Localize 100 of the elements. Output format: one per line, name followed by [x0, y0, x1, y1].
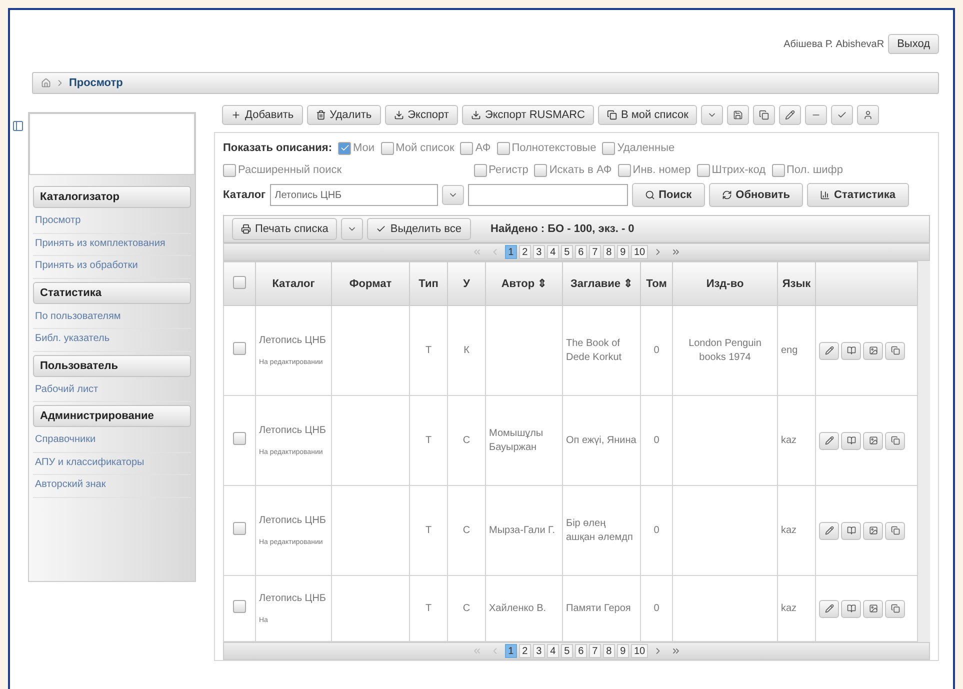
column-header[interactable]: Формат — [332, 262, 410, 306]
home-icon[interactable] — [41, 78, 51, 88]
sidebar-item[interactable]: По пользователям — [33, 306, 191, 329]
toolbar-button[interactable]: Экспорт — [384, 105, 458, 125]
copy-button[interactable] — [753, 105, 776, 125]
checkbox[interactable]: АФ — [460, 142, 491, 154]
sidebar-section-header[interactable]: Пользователь — [33, 354, 191, 376]
column-header[interactable]: У — [448, 262, 486, 306]
copy-button[interactable] — [885, 522, 905, 540]
checkbox[interactable]: Полнотекстовые — [496, 142, 596, 154]
sidebar-section-header[interactable]: Каталогизатор — [33, 186, 191, 208]
column-header[interactable]: Том — [640, 262, 672, 306]
checkbox[interactable]: Удаленные — [602, 142, 675, 154]
copy-button[interactable] — [885, 432, 905, 450]
sidebar-item[interactable]: Принять из обработки — [33, 256, 191, 278]
column-header[interactable]: Изд-во — [672, 262, 778, 306]
page-button[interactable]: 9 — [616, 644, 629, 658]
select-all-button[interactable]: Выделить все — [367, 218, 471, 240]
print-list-button[interactable]: Печать списка — [232, 218, 338, 240]
column-header[interactable]: Автор ⇕ — [486, 262, 562, 306]
logout-button[interactable]: Выход — [888, 34, 939, 54]
page-button[interactable]: 1 — [504, 245, 517, 259]
row-checkbox[interactable] — [233, 522, 246, 535]
sidebar-section-header[interactable]: Статистика — [33, 282, 191, 304]
toolbar-button[interactable]: В мой список — [598, 105, 698, 125]
edit-button[interactable] — [819, 342, 839, 360]
sidebar-section-header[interactable]: Администрирование — [33, 405, 191, 427]
check-icon — [837, 110, 848, 120]
user-button[interactable] — [857, 105, 880, 125]
checkbox[interactable]: Расширенный поиск — [223, 164, 342, 176]
catalog-select[interactable]: Летопись ЦНБ — [270, 184, 438, 206]
page-button[interactable]: 1 — [504, 644, 517, 658]
checkbox[interactable]: Регистр — [474, 164, 528, 176]
page-button[interactable]: 6 — [574, 644, 587, 658]
book-button[interactable] — [841, 432, 861, 450]
checkbox[interactable]: Пол. шифр — [772, 164, 843, 176]
page-button[interactable]: 3 — [532, 644, 545, 658]
row-checkbox[interactable] — [233, 600, 246, 613]
check-button[interactable] — [831, 105, 854, 125]
page-button[interactable]: 4 — [546, 245, 559, 259]
sidebar-item[interactable]: Библ. указатель — [33, 329, 191, 352]
page-button[interactable]: 10 — [630, 644, 648, 658]
check-icon — [340, 143, 350, 153]
pencil-button[interactable] — [779, 105, 802, 125]
sidebar-item[interactable]: Авторский знак — [33, 475, 191, 498]
checkbox[interactable]: Штрих-код — [696, 164, 766, 176]
image-button[interactable] — [863, 432, 883, 450]
checkbox[interactable]: Мои — [338, 142, 375, 154]
page-button[interactable]: 3 — [532, 245, 545, 259]
image-button[interactable] — [863, 600, 883, 618]
toolbar-button[interactable]: Экспорт RUSMARC — [462, 105, 594, 125]
search-bar-button[interactable]: Обновить — [708, 183, 804, 207]
page-button[interactable]: 2 — [518, 245, 531, 259]
search-field[interactable] — [468, 184, 628, 206]
book-button[interactable] — [841, 522, 861, 540]
panel-toggle-icon[interactable] — [12, 120, 24, 132]
edit-button[interactable] — [819, 600, 839, 618]
page-button[interactable]: 8 — [602, 644, 615, 658]
found-count: Найдено : БО - 100, экз. - 0 — [490, 223, 634, 235]
checkbox[interactable]: Мой список — [380, 142, 454, 154]
edit-button[interactable] — [819, 432, 839, 450]
image-button[interactable] — [863, 522, 883, 540]
page-button[interactable]: 4 — [546, 644, 559, 658]
header-checkbox[interactable] — [233, 276, 246, 288]
column-header[interactable]: Заглавие ⇕ — [562, 262, 640, 306]
sidebar-item[interactable]: Справочники — [33, 430, 191, 452]
row-checkbox[interactable] — [233, 342, 246, 355]
page-button[interactable]: 5 — [560, 644, 573, 658]
page-button[interactable]: 7 — [588, 644, 601, 658]
copy-button[interactable] — [885, 600, 905, 618]
search-bar-button[interactable]: Поиск — [632, 183, 705, 207]
search-bar-button[interactable]: Статистика — [807, 183, 909, 207]
row-checkbox[interactable] — [233, 432, 246, 445]
checkbox[interactable]: Искать в АФ — [534, 164, 612, 176]
table-cell: 0 — [654, 602, 660, 614]
page-button[interactable]: 7 — [588, 245, 601, 259]
toolbar-button[interactable]: Добавить — [222, 105, 303, 125]
book-button[interactable] — [841, 342, 861, 360]
checkbox[interactable]: Инв. номер — [618, 164, 691, 176]
column-header[interactable]: Тип — [410, 262, 448, 306]
toolbar-button[interactable]: Удалить — [306, 105, 381, 125]
page-button[interactable]: 8 — [602, 245, 615, 259]
book-button[interactable] — [841, 600, 861, 618]
save-button[interactable] — [727, 105, 750, 125]
breadcrumb-current[interactable]: Просмотр — [69, 77, 123, 89]
sidebar-item[interactable]: АПУ и классификаторы — [33, 452, 191, 475]
edit-button[interactable] — [819, 522, 839, 540]
page-button[interactable]: 2 — [518, 644, 531, 658]
copy-button[interactable] — [885, 342, 905, 360]
column-header[interactable]: Язык — [778, 262, 816, 306]
sidebar-item[interactable]: Просмотр — [33, 211, 191, 234]
column-header[interactable]: Каталог — [256, 262, 332, 306]
page-button[interactable]: 10 — [630, 245, 648, 259]
page-button[interactable]: 9 — [616, 245, 629, 259]
page-button[interactable]: 5 — [560, 245, 573, 259]
image-icon — [868, 346, 878, 355]
sidebar-item[interactable]: Принять из комплектования — [33, 234, 191, 256]
page-button[interactable]: 6 — [574, 245, 587, 259]
sidebar-item[interactable]: Рабочий лист — [33, 380, 191, 402]
image-button[interactable] — [863, 342, 883, 360]
